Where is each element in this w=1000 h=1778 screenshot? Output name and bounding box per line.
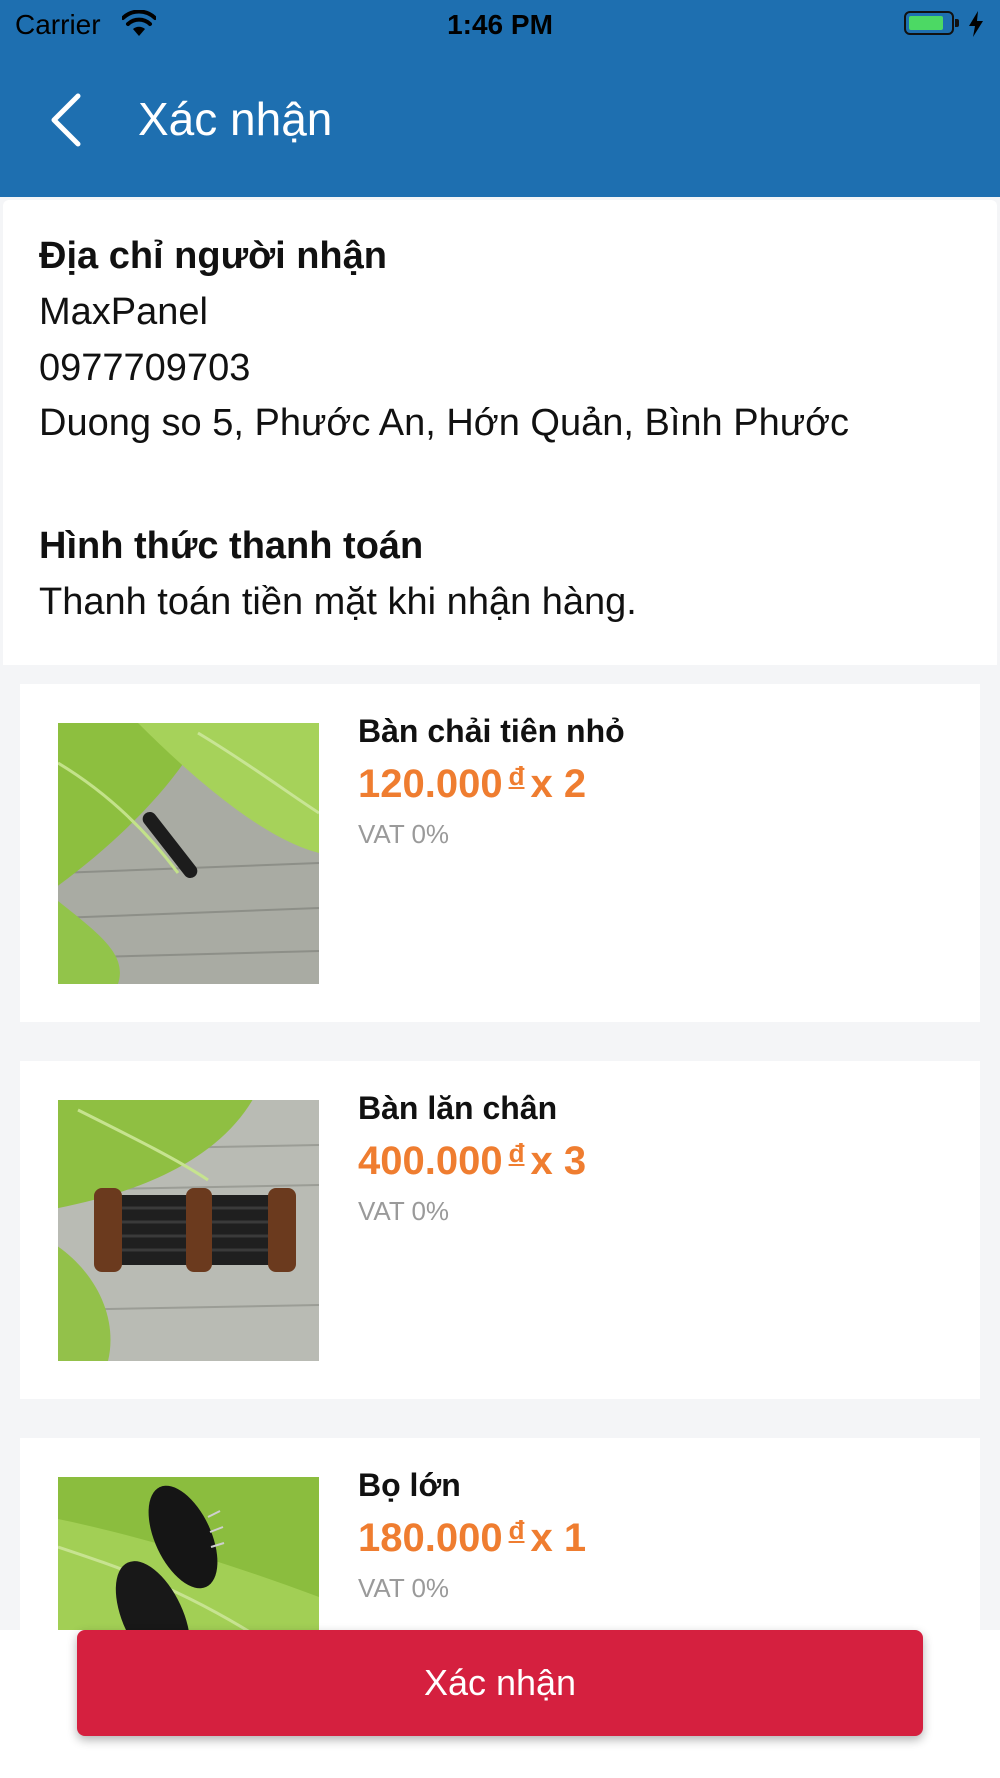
product-vat: VAT 0% [358, 1573, 450, 1603]
currency-symbol: đ [508, 1138, 525, 1168]
product-name: Bàn chải tiên nhỏ [358, 713, 625, 749]
status-bar: Carrier 1:46 PM [0, 0, 1000, 50]
product-price: 400.000 đ x 3 [358, 1138, 587, 1183]
status-time: 1:46 PM [447, 9, 553, 40]
recipient-phone: 0977709703 [39, 347, 251, 389]
product-name: Bàn lăn chân [358, 1090, 558, 1126]
confirm-button[interactable]: Xác nhận [77, 1630, 923, 1736]
product-price: 180.000 đ x 1 [358, 1515, 587, 1560]
recipient-address: Duong so 5, Phước An, Hớn Quản, Bình Phư… [39, 402, 850, 444]
payment-method: Thanh toán tiền mặt khi nhận hàng. [39, 581, 637, 623]
product-image [58, 723, 319, 984]
product-vat: VAT 0% [358, 819, 450, 849]
charging-bolt-icon [969, 11, 983, 37]
product-vat: VAT 0% [358, 1196, 450, 1226]
chevron-left-icon[interactable] [46, 90, 86, 150]
product-image [58, 1100, 319, 1361]
product-quantity: x 2 [530, 762, 587, 806]
order-info-card: Địa chỉ người nhận MaxPanel 0977709703 D… [3, 200, 997, 665]
product-name: Bọ lớn [358, 1467, 461, 1503]
recipient-address-label: Địa chỉ người nhận [39, 235, 387, 277]
product-item: Bàn lăn chân 400.000 đ x 3 VAT 0% [20, 1061, 980, 1399]
product-quantity: x 3 [530, 1139, 587, 1183]
payment-method-label: Hình thức thanh toán [39, 525, 424, 567]
currency-symbol: đ [508, 1515, 525, 1545]
page-title: Xác nhận [138, 93, 333, 145]
recipient-name: MaxPanel [39, 291, 208, 333]
battery-charging-icon [904, 11, 959, 35]
product-item: Bàn chải tiên nhỏ 120.000 đ x 2 VAT 0% [20, 684, 980, 1022]
product-price: 120.000 đ x 2 [358, 761, 587, 806]
navigation-bar: Xác nhận [0, 50, 1000, 197]
currency-symbol: đ [508, 761, 525, 791]
product-quantity: x 1 [530, 1516, 587, 1560]
